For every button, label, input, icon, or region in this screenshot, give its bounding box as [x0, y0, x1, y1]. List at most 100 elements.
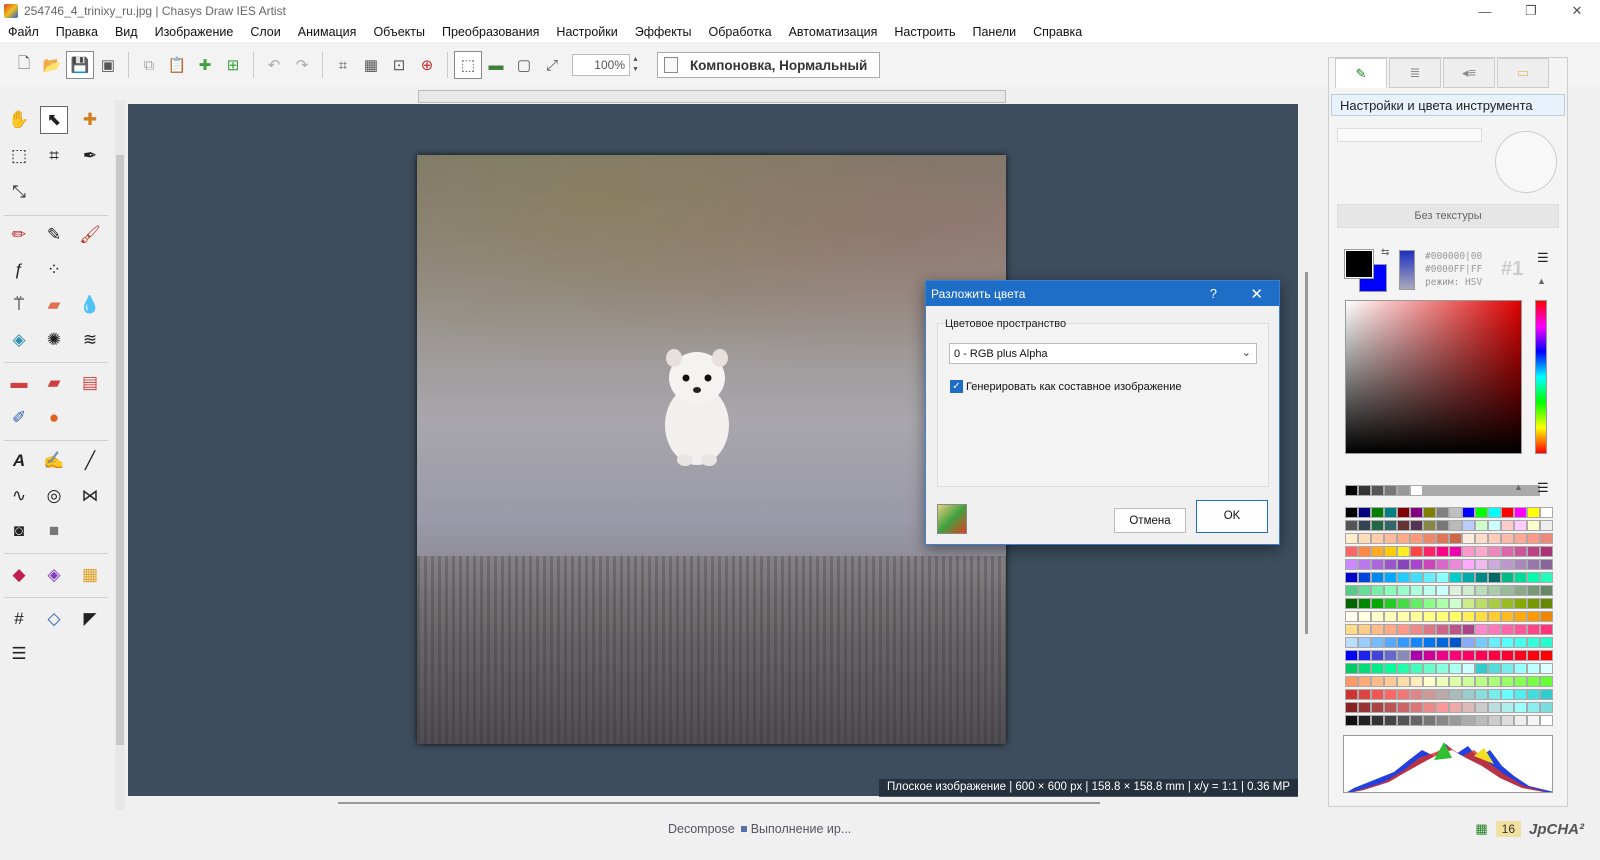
menu-settings[interactable]: Настройки: [556, 25, 617, 39]
hand-icon[interactable]: ✋: [5, 106, 33, 134]
swatch[interactable]: [1501, 663, 1514, 674]
swatch[interactable]: [1397, 637, 1410, 648]
tab-tool-settings[interactable]: ✎: [1335, 58, 1387, 88]
swatch[interactable]: [1540, 559, 1553, 570]
swatch[interactable]: [1527, 507, 1540, 518]
swatch[interactable]: [1475, 520, 1488, 531]
swatch[interactable]: [1384, 559, 1397, 570]
swatch[interactable]: [1514, 572, 1527, 583]
swatch[interactable]: [1449, 702, 1462, 713]
ok-button[interactable]: OK: [1196, 500, 1268, 533]
brush-icon[interactable]: 🖌: [76, 221, 104, 249]
swatch-up-icon[interactable]: ▲: [1514, 482, 1523, 492]
spray-icon[interactable]: ⁘: [40, 256, 68, 284]
swatch[interactable]: [1514, 676, 1527, 687]
new-layer-icon[interactable]: ✚: [191, 51, 219, 79]
swatch[interactable]: [1540, 663, 1553, 674]
swatch[interactable]: [1423, 485, 1436, 496]
swatch[interactable]: [1527, 585, 1540, 596]
swatch[interactable]: [1423, 585, 1436, 596]
swatch[interactable]: [1384, 650, 1397, 661]
swatch[interactable]: [1462, 572, 1475, 583]
close-button[interactable]: ✕: [1554, 0, 1600, 22]
swatch[interactable]: [1449, 485, 1462, 496]
swatch[interactable]: [1410, 598, 1423, 609]
menu-image[interactable]: Изображение: [155, 25, 234, 39]
swatch[interactable]: [1462, 650, 1475, 661]
composite-checkbox[interactable]: ✓: [950, 380, 963, 393]
swatch[interactable]: [1475, 715, 1488, 726]
bottom-scrollbar[interactable]: [128, 798, 1298, 808]
swatch[interactable]: [1410, 585, 1423, 596]
swatch[interactable]: [1501, 676, 1514, 687]
swatch[interactable]: [1540, 572, 1553, 583]
swatch[interactable]: [1345, 598, 1358, 609]
swatch[interactable]: [1371, 663, 1384, 674]
swatch[interactable]: [1345, 559, 1358, 570]
swatch[interactable]: [1449, 650, 1462, 661]
swatch[interactable]: [1397, 663, 1410, 674]
swatch[interactable]: [1462, 663, 1475, 674]
swatch[interactable]: [1397, 624, 1410, 635]
marker-icon[interactable]: ✐: [5, 404, 33, 432]
cube-icon[interactable]: ■: [40, 517, 68, 545]
swatch[interactable]: [1475, 533, 1488, 544]
menu-file[interactable]: Файл: [8, 25, 39, 39]
swatch[interactable]: [1423, 572, 1436, 583]
swatch[interactable]: [1514, 702, 1527, 713]
swatch[interactable]: [1384, 572, 1397, 583]
swatch[interactable]: [1462, 533, 1475, 544]
swatch[interactable]: [1527, 715, 1540, 726]
menu-customize[interactable]: Настроить: [894, 25, 955, 39]
swatch[interactable]: [1462, 611, 1475, 622]
swatch[interactable]: [1514, 611, 1527, 622]
swatch[interactable]: [1384, 689, 1397, 700]
swatch[interactable]: [1371, 546, 1384, 557]
swatch[interactable]: [1384, 624, 1397, 635]
swatch[interactable]: [1540, 546, 1553, 557]
color-picker[interactable]: [1345, 300, 1522, 454]
swatch[interactable]: [1345, 572, 1358, 583]
colorspace-select[interactable]: 0 - RGB plus Alpha ⌄: [949, 343, 1257, 364]
swatch[interactable]: [1449, 507, 1462, 518]
swatch[interactable]: [1397, 533, 1410, 544]
swatch[interactable]: [1384, 637, 1397, 648]
bandage-icon[interactable]: ▰: [40, 291, 68, 319]
undo-icon[interactable]: ↶: [260, 51, 288, 79]
swatch[interactable]: [1345, 676, 1358, 687]
swatch[interactable]: [1384, 585, 1397, 596]
swatch[interactable]: [1540, 715, 1553, 726]
sphere-icon[interactable]: ●: [40, 404, 68, 432]
swatch[interactable]: [1345, 702, 1358, 713]
menu-objects[interactable]: Объекты: [373, 25, 425, 39]
swatch[interactable]: [1423, 624, 1436, 635]
compose-mode-button[interactable]: Компоновка, Нормальный: [656, 52, 881, 78]
swatch[interactable]: [1423, 650, 1436, 661]
tab-layers[interactable]: ≣: [1389, 58, 1441, 88]
swatch[interactable]: [1462, 598, 1475, 609]
swatch[interactable]: [1384, 507, 1397, 518]
swatch[interactable]: [1501, 598, 1514, 609]
swatch[interactable]: [1462, 689, 1475, 700]
open-file-icon[interactable]: 📂: [38, 51, 66, 79]
swatch[interactable]: [1358, 572, 1371, 583]
swatch[interactable]: [1514, 650, 1527, 661]
swatch[interactable]: [1410, 715, 1423, 726]
swatch[interactable]: [1423, 715, 1436, 726]
swatch[interactable]: [1358, 485, 1371, 496]
swatch[interactable]: [1436, 637, 1449, 648]
swatch[interactable]: [1475, 585, 1488, 596]
swatch[interactable]: [1371, 715, 1384, 726]
swatch[interactable]: [1436, 624, 1449, 635]
left-scrollbar[interactable]: [115, 100, 125, 810]
swatch[interactable]: [1410, 485, 1423, 496]
swatch[interactable]: [1345, 650, 1358, 661]
menu-animation[interactable]: Анимация: [298, 25, 357, 39]
swatch[interactable]: [1423, 663, 1436, 674]
fill-icon[interactable]: ◆: [5, 561, 33, 589]
save-icon[interactable]: 💾: [66, 51, 94, 79]
swatch[interactable]: [1423, 702, 1436, 713]
copy-icon[interactable]: ⧉: [135, 51, 163, 79]
swatch[interactable]: [1371, 533, 1384, 544]
swatch[interactable]: [1371, 637, 1384, 648]
